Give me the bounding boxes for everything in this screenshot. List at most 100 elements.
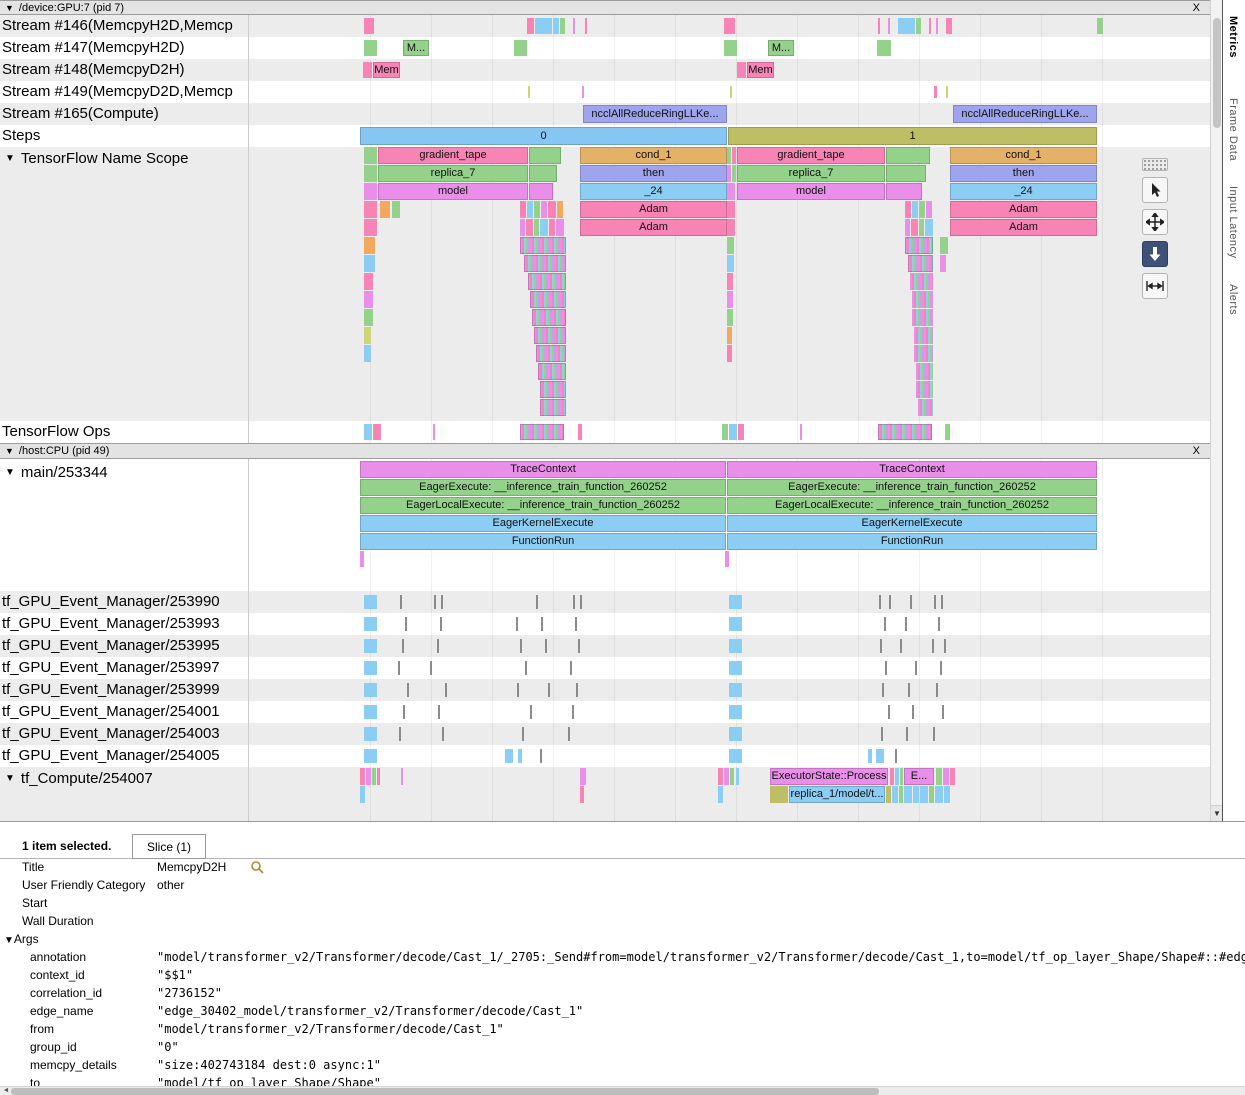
trace-slice[interactable]	[582, 86, 584, 98]
trace-slice[interactable]	[882, 683, 884, 697]
trace-slice[interactable]	[364, 309, 373, 326]
trace-slice[interactable]	[727, 201, 735, 218]
trace-slice[interactable]	[718, 768, 723, 785]
trace-slice[interactable]	[364, 291, 373, 308]
trace-slice[interactable]	[905, 237, 933, 254]
trace-slice[interactable]	[938, 617, 940, 631]
trace-slice[interactable]	[905, 617, 907, 631]
trace-slice[interactable]	[526, 219, 533, 236]
trace-slice[interactable]	[360, 786, 365, 803]
trace-slice[interactable]	[529, 147, 561, 164]
trace-slice[interactable]	[540, 381, 566, 398]
trace-slice[interactable]: 0	[360, 127, 727, 145]
trace-slice[interactable]	[729, 661, 742, 675]
vertical-scrollbar-thumb[interactable]	[1213, 18, 1221, 128]
trace-slice[interactable]: FunctionRun	[360, 533, 726, 550]
trace-slice[interactable]: _24	[580, 183, 727, 200]
magnifier-icon[interactable]	[250, 860, 264, 877]
trace-slice[interactable]	[904, 786, 912, 803]
trace-slice[interactable]	[889, 595, 891, 609]
trace-slice[interactable]	[545, 639, 547, 653]
trace-slice[interactable]	[520, 237, 566, 254]
trace-slice[interactable]	[940, 255, 946, 272]
trace-slice[interactable]	[530, 705, 532, 719]
trace-slice[interactable]: E...	[904, 768, 934, 785]
trace-slice[interactable]	[405, 617, 407, 631]
trace-slice[interactable]: M...	[768, 40, 794, 56]
trace-slice[interactable]	[540, 749, 542, 763]
trace-slice[interactable]: ncclAllReduceRingLLKe...	[953, 105, 1097, 123]
trace-slice[interactable]	[364, 327, 371, 344]
trace-slice[interactable]	[727, 237, 734, 254]
trace-slice[interactable]	[884, 617, 886, 631]
trace-slice[interactable]	[527, 201, 533, 218]
trace-slice[interactable]	[881, 727, 883, 741]
trace-slice[interactable]	[727, 327, 732, 344]
trace-slice[interactable]: Mem	[747, 62, 774, 78]
trace-slice[interactable]	[876, 749, 884, 763]
trace-slice[interactable]	[534, 201, 540, 218]
trace-slice[interactable]: Adam	[950, 201, 1097, 218]
trace-slice[interactable]	[729, 683, 742, 697]
trace-slice[interactable]	[727, 273, 733, 290]
selection-tool-button[interactable]	[1142, 177, 1168, 203]
trace-slice[interactable]	[946, 18, 952, 34]
close-button-cpu[interactable]: X	[1193, 445, 1200, 457]
trace-slice[interactable]	[727, 291, 733, 308]
trace-slice[interactable]	[529, 183, 553, 200]
timing-tool-button[interactable]	[1142, 273, 1168, 299]
trace-slice[interactable]: model	[737, 183, 885, 200]
trace-slice[interactable]	[727, 183, 735, 200]
trace-slice[interactable]	[529, 165, 557, 182]
trace-slice[interactable]: EagerKernelExecute	[727, 515, 1097, 532]
trace-slice[interactable]	[729, 617, 742, 631]
trace-slice[interactable]	[943, 768, 949, 785]
trace-slice[interactable]	[530, 291, 566, 308]
trace-slice[interactable]	[401, 768, 403, 785]
trace-slice[interactable]	[920, 786, 928, 803]
trace-slice[interactable]	[360, 768, 365, 785]
trace-slice[interactable]	[407, 683, 409, 697]
trace-slice[interactable]	[524, 255, 566, 272]
trace-slice[interactable]: EagerExecute: __inference_train_function…	[727, 479, 1097, 496]
trace-slice[interactable]	[364, 595, 377, 609]
trace-slice[interactable]	[560, 18, 565, 34]
trace-slice[interactable]: then	[580, 165, 727, 182]
trace-slice[interactable]	[888, 705, 890, 719]
trace-slice[interactable]: gradient_tape	[378, 147, 528, 164]
trace-slice[interactable]	[364, 219, 377, 236]
trace-slice[interactable]	[925, 219, 933, 236]
trace-slice[interactable]	[442, 727, 444, 741]
trace-slice[interactable]	[940, 237, 948, 254]
trace-slice[interactable]	[364, 18, 374, 34]
trace-slice[interactable]: EagerLocalExecute: __inference_train_fun…	[727, 497, 1097, 514]
trace-slice[interactable]	[360, 551, 364, 567]
trace-slice[interactable]: FunctionRun	[727, 533, 1097, 550]
trace-slice[interactable]	[879, 595, 881, 609]
trace-slice[interactable]: EagerKernelExecute	[360, 515, 726, 532]
trace-slice[interactable]	[535, 18, 552, 34]
collapse-arrow-icon[interactable]: ▼	[5, 446, 14, 456]
trace-slice[interactable]: Adam	[950, 219, 1097, 236]
trace-slice[interactable]	[520, 219, 525, 236]
trace-slice[interactable]	[541, 201, 547, 218]
trace-slice[interactable]	[553, 18, 559, 34]
trace-slice[interactable]	[578, 424, 582, 440]
section-header-gpu[interactable]: ▼ /device:GPU:7 (pid 7) X	[0, 0, 1210, 15]
trace-slice[interactable]	[880, 639, 882, 653]
trace-slice[interactable]	[522, 727, 524, 741]
trace-slice[interactable]	[886, 147, 930, 164]
trace-slice[interactable]	[898, 18, 915, 34]
trace-slice[interactable]	[514, 40, 527, 56]
track-label-name-scope[interactable]: ▼TensorFlow Name Scope	[0, 150, 246, 168]
trace-slice[interactable]	[934, 595, 936, 609]
trace-slice[interactable]	[440, 617, 442, 631]
trace-slice[interactable]	[532, 309, 566, 326]
side-tab-input-latency[interactable]: Input Latency	[1227, 186, 1239, 259]
trace-slice[interactable]	[946, 86, 948, 98]
trace-slice[interactable]	[364, 255, 375, 272]
trace-slice[interactable]	[878, 424, 932, 440]
trace-slice[interactable]	[926, 201, 932, 218]
trace-slice[interactable]	[437, 639, 439, 653]
trace-slice[interactable]: _24	[950, 183, 1097, 200]
